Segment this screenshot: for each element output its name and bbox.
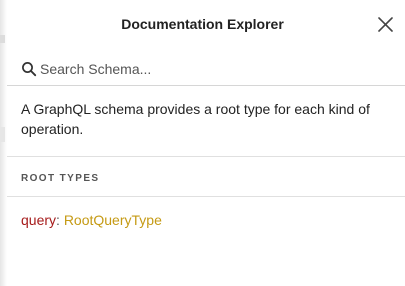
schema-description: A GraphQL schema provides a root type fo…	[21, 101, 370, 137]
explorer-title: Documentation Explorer	[121, 16, 284, 32]
search-input[interactable]	[40, 59, 370, 79]
close-icon	[378, 17, 393, 32]
explorer-header: Documentation Explorer	[0, 0, 405, 50]
root-types-heading: ROOT TYPES	[21, 173, 100, 184]
type-link[interactable]: RootQueryType	[64, 212, 162, 228]
root-type-field: query: RootQueryType	[21, 211, 162, 229]
field-separator: :	[56, 212, 64, 228]
section-divider	[7, 196, 405, 197]
field-name: query	[21, 212, 57, 228]
search-bar	[7, 52, 405, 86]
section-divider	[7, 156, 405, 157]
close-button[interactable]	[377, 16, 394, 33]
edge-fragment	[0, 127, 5, 142]
documentation-explorer-panel: Documentation Explorer A GraphQL schema …	[0, 0, 405, 286]
search-icon	[22, 62, 37, 77]
